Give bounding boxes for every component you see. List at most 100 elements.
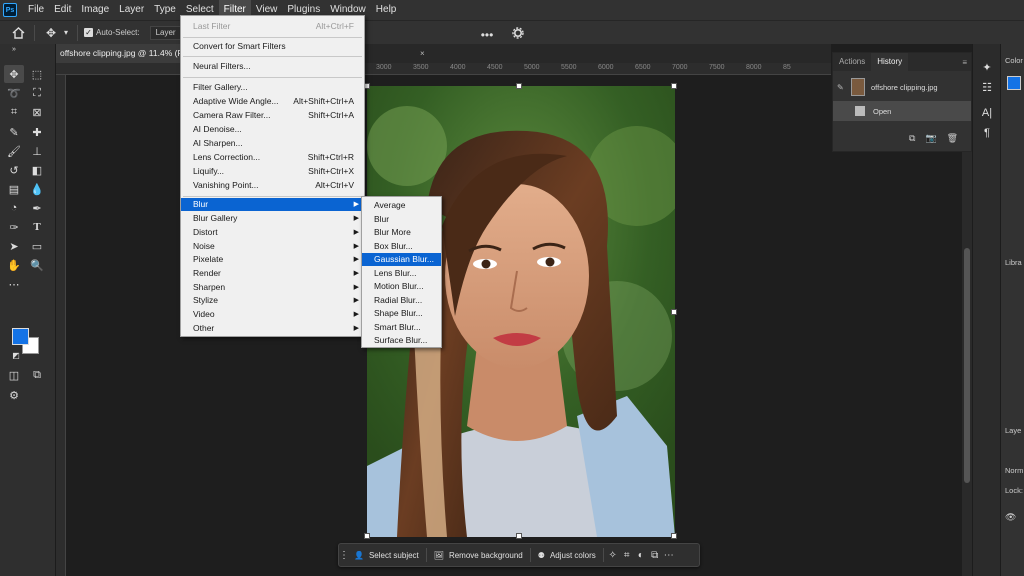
blur-tool-icon[interactable]: 💧 [27,180,47,198]
blend-mode-dropdown[interactable]: Norm [1005,466,1023,475]
dodge-tool-icon[interactable]: ◔ [4,199,24,217]
more-options-icon[interactable]: ••• [480,25,494,45]
transform-handle[interactable] [516,533,522,539]
move-tool-icon[interactable]: ✥ [41,23,61,43]
history-snapshot[interactable]: ✎ offshore clipping.jpg [833,75,971,99]
auto-select-checkbox[interactable]: ✓ [84,28,93,37]
menu-image[interactable]: Image [76,0,114,20]
move-tool-icon[interactable]: ✥ [4,65,24,83]
menu-item-other[interactable]: Other ▶ [181,322,364,335]
menu-item-noise[interactable]: Noise ▶ [181,240,364,253]
tab-actions[interactable]: Actions [833,53,871,71]
menu-item-camera-raw[interactable]: Camera Raw Filter... Shift+Ctrl+A [181,109,364,122]
menu-item-gaussian-blur[interactable]: Gaussian Blur... [362,253,441,266]
history-state[interactable]: Open [833,101,971,121]
menu-item-radial-blur[interactable]: Radial Blur... [362,294,441,307]
collapse-toolbox-icon[interactable]: » [4,44,24,54]
generative-fill-icon[interactable]: ⚙ [4,386,24,404]
layers-panel-tab[interactable]: Laye [1005,426,1021,435]
foreground-color-swatch[interactable] [12,328,29,345]
more-options-icon[interactable]: ⋯ [662,546,676,564]
menu-item-render[interactable]: Render ▶ [181,267,364,280]
brush-source-icon[interactable]: ✎ [837,83,851,92]
quick-mask-icon[interactable]: ◫ [4,366,24,384]
eye-visibility-icon[interactable]: 👁 [1005,512,1016,523]
menu-item-adaptive-wide-angle[interactable]: Adaptive Wide Angle... Alt+Shift+Ctrl+A [181,95,364,108]
stamp-tool-icon[interactable]: ⊥ [27,142,47,160]
menu-item-blur-more[interactable]: Blur More [362,226,441,239]
character-panel-icon[interactable]: A| [977,104,997,122]
pen-tool-icon[interactable]: ✒ [27,199,47,217]
path-select-tool-icon[interactable]: ➤ [4,237,24,255]
document-tab-close-icon[interactable]: × [420,44,425,63]
menu-item-smart-blur[interactable]: Smart Blur... [362,321,441,334]
menu-edit[interactable]: Edit [49,0,76,20]
adjust-panel-icon[interactable]: ✦ [977,58,997,76]
menu-item-blur[interactable]: Blur [362,213,441,226]
adjustment-layer-icon[interactable]: ◐ [634,546,648,564]
menu-item-liquify[interactable]: Liquify... Shift+Ctrl+X [181,165,364,178]
camera-snapshot-icon[interactable]: 📷 [925,133,936,144]
more-tools-icon[interactable]: ⋯ [4,275,24,293]
panel-menu-icon[interactable]: ≡ [962,58,967,67]
history-brush-tool-icon[interactable]: ↺ [4,161,24,179]
gear-icon[interactable] [508,23,528,43]
zoom-tool-icon[interactable]: 🔍 [27,256,47,274]
menu-file[interactable]: File [23,0,49,20]
menu-item-video[interactable]: Video ▶ [181,308,364,321]
menu-layer[interactable]: Layer [114,0,149,20]
transform-handle[interactable] [671,533,677,539]
screen-mode-icon[interactable]: ⧉ [27,366,47,384]
menu-item-sharpen[interactable]: Sharpen ▶ [181,281,364,294]
default-colors-icon[interactable]: ◩ [6,346,26,364]
new-document-from-state-icon[interactable]: ⧉ [909,133,915,144]
close-icon[interactable]: × [420,49,425,58]
transform-handle[interactable] [671,309,677,315]
transform-handle[interactable] [671,83,677,89]
menu-item-blur[interactable]: Blur ▶ [181,198,364,211]
transform-handle[interactable] [516,83,522,89]
menu-item-ai-sharpen[interactable]: AI Sharpen... [181,137,364,150]
menu-item-ai-denoise[interactable]: AI Denoise... [181,123,364,136]
menu-item-convert-smart-filters[interactable]: Convert for Smart Filters [181,40,364,53]
menu-item-surface-blur[interactable]: Surface Blur... [362,334,441,347]
marquee-tool-icon[interactable]: ⬚ [27,65,47,83]
crop-tool-icon[interactable]: ⌗ [4,103,24,121]
libraries-panel-tab[interactable]: Libra [1005,258,1022,267]
menu-item-stylize[interactable]: Stylize ▶ [181,294,364,307]
foreground-color-swatch[interactable] [1007,76,1021,90]
paragraph-panel-icon[interactable]: ¶ [977,124,997,142]
menu-item-motion-blur[interactable]: Motion Blur... [362,280,441,293]
menu-item-lens-blur[interactable]: Lens Blur... [362,267,441,280]
menu-item-box-blur[interactable]: Box Blur... [362,240,441,253]
eyedropper-tool-icon[interactable]: ✎ [4,123,24,141]
menu-item-distort[interactable]: Distort ▶ [181,226,364,239]
tab-history[interactable]: History [871,53,909,71]
menu-help[interactable]: Help [371,0,402,20]
lasso-tool-icon[interactable]: ➰ [4,84,24,102]
color-panel-tab[interactable]: Color [1005,56,1023,65]
transform-handle[interactable] [364,533,370,539]
drag-handle-icon[interactable]: ⋮ [339,546,349,564]
menu-type[interactable]: Type [149,0,181,20]
menu-item-lens-correction[interactable]: Lens Correction... Shift+Ctrl+R [181,151,364,164]
type-tool-icon[interactable]: T [27,218,47,236]
crop-icon[interactable]: ⌗ [620,546,634,564]
adjust-colors-button[interactable]: ⚉ Adjust colors [533,546,601,564]
rectangle-tool-icon[interactable]: ▭ [27,237,47,255]
menu-item-last-filter[interactable]: Last Filter Alt+Ctrl+F [181,20,364,33]
object-select-tool-icon[interactable]: ⛶ [27,84,47,102]
brush-tool-icon[interactable]: 🖌 [4,142,24,160]
menu-item-pixelate[interactable]: Pixelate ▶ [181,253,364,266]
menu-item-blur-gallery[interactable]: Blur Gallery ▶ [181,212,364,225]
generative-fill-icon[interactable]: ⧉ [648,546,662,564]
chevron-down-icon[interactable]: ▾ [61,23,71,43]
trash-icon[interactable]: 🗑 [947,133,958,144]
menu-item-shape-blur[interactable]: Shape Blur... [362,307,441,320]
menu-item-neural-filters[interactable]: Neural Filters... [181,60,364,73]
remove-background-button[interactable]: 🖼 Remove background [429,546,528,564]
document-tab[interactable]: offshore clipping.jpg @ 11.4% (R [56,44,184,63]
hand-tool-icon[interactable]: ✋ [4,256,24,274]
scrollbar-thumb[interactable] [964,248,970,483]
select-subject-button[interactable]: 👤 Select subject [349,546,424,564]
